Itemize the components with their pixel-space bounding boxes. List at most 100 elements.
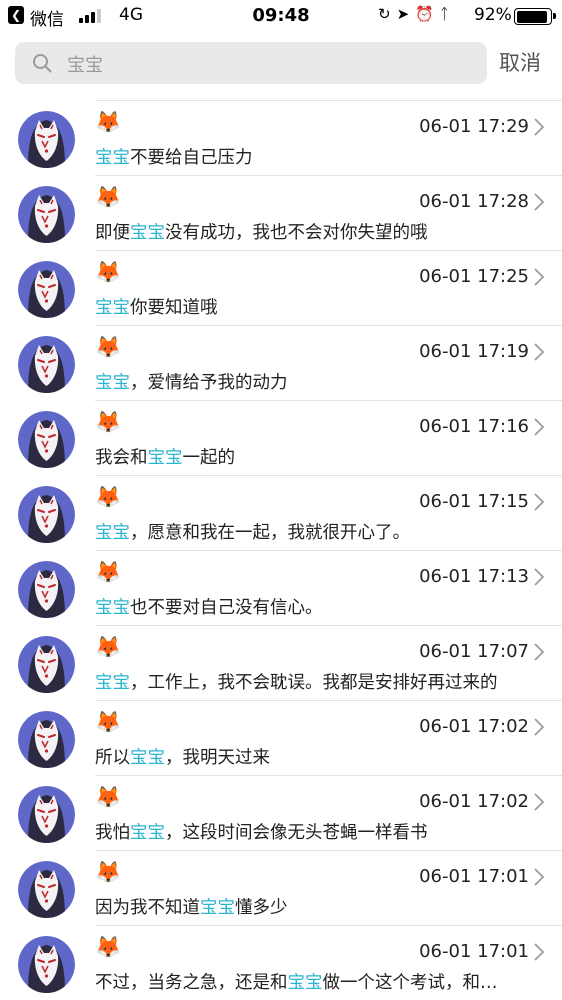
highlighted-keyword: 宝宝 (200, 898, 235, 918)
avatar (18, 261, 75, 318)
message-snippet: 宝宝不要给自己压力 (95, 144, 545, 169)
alarm-icon: ⏰ (415, 5, 440, 23)
message-time: 06-01 17:13 (419, 566, 529, 587)
contact-name: 🦊 (95, 185, 122, 209)
chevron-right-icon (534, 793, 544, 811)
chevron-right-icon (534, 343, 544, 361)
message-time: 06-01 17:02 (419, 791, 529, 812)
message-snippet: 宝宝也不要对自己没有信心。 (95, 594, 545, 619)
snippet-text: 没有成功，我也不会对你失望的哦 (165, 223, 428, 243)
avatar (18, 561, 75, 618)
chat-result-row[interactable]: 🦊 06-01 17:29 宝宝不要给自己压力 (0, 100, 562, 175)
chat-result-row[interactable]: 🦊 06-01 17:25 宝宝你要知道哦 (0, 250, 562, 325)
message-time: 06-01 17:15 (419, 491, 529, 512)
snippet-text: 你要知道哦 (130, 298, 218, 318)
contact-name: 🦊 (95, 785, 122, 809)
contact-name: 🦊 (95, 260, 122, 284)
chat-result-row[interactable]: 🦊 06-01 17:16 我会和宝宝一起的 (0, 400, 562, 475)
highlighted-keyword: 宝宝 (147, 448, 183, 468)
message-time: 06-01 17:28 (419, 191, 529, 212)
contact-name: 🦊 (95, 935, 122, 959)
snippet-text: ，这段时间会像无头苍蝇一样看书 (165, 823, 428, 843)
chat-result-row[interactable]: 🦊 06-01 17:28 即便宝宝没有成功，我也不会对你失望的哦 (0, 175, 562, 250)
avatar (18, 411, 75, 468)
message-snippet: 所以宝宝，我明天过来 (95, 744, 545, 769)
contact-name: 🦊 (95, 110, 122, 134)
chevron-right-icon (534, 568, 544, 586)
highlighted-keyword: 宝宝 (130, 748, 165, 768)
chevron-right-icon (534, 943, 544, 961)
snippet-text: ，工作上，我不会耽误。我都是安排好再过来的 (130, 673, 498, 693)
avatar (18, 336, 75, 393)
contact-name: 🦊 (95, 335, 122, 359)
battery-percent: 92% (474, 5, 512, 25)
message-time: 06-01 17:19 (419, 341, 529, 362)
chat-result-row[interactable]: 🦊 06-01 17:01 不过，当务之急，还是和宝宝做一个这个考试，和… (0, 925, 562, 1000)
chat-result-row[interactable]: 🦊 06-01 17:19 宝宝，爱情给予我的动力 (0, 325, 562, 400)
chat-result-row[interactable]: 🦊 06-01 17:01 因为我不知道宝宝懂多少 (0, 850, 562, 925)
snippet-text: ，爱情给予我的动力 (130, 373, 288, 393)
chevron-right-icon (534, 718, 544, 736)
bluetooth-icon: ᛏ (439, 5, 455, 23)
chevron-right-icon (534, 118, 544, 136)
message-snippet: 宝宝，工作上，我不会耽误。我都是安排好再过来的 (95, 669, 545, 694)
highlighted-keyword: 宝宝 (95, 373, 130, 393)
chat-result-row[interactable]: 🦊 06-01 17:02 所以宝宝，我明天过来 (0, 700, 562, 775)
message-snippet: 不过，当务之急，还是和宝宝做一个这个考试，和… (95, 969, 545, 994)
search-query[interactable]: 宝宝 (67, 51, 103, 77)
message-snippet: 宝宝，爱情给予我的动力 (95, 369, 545, 394)
snippet-text: 所以 (95, 748, 130, 768)
highlighted-keyword: 宝宝 (95, 148, 130, 168)
highlighted-keyword: 宝宝 (130, 823, 165, 843)
chat-result-row[interactable]: 🦊 06-01 17:07 宝宝，工作上，我不会耽误。我都是安排好再过来的 (0, 625, 562, 700)
screen-rotation-lock-icon: ↻ (378, 5, 397, 23)
snippet-text: ，愿意和我在一起，我就很开心了。 (130, 523, 410, 543)
avatar (18, 936, 75, 993)
avatar (18, 711, 75, 768)
message-time: 06-01 17:07 (419, 641, 529, 662)
message-time: 06-01 17:01 (419, 941, 529, 962)
chat-result-row[interactable]: 🦊 06-01 17:13 宝宝也不要对自己没有信心。 (0, 550, 562, 625)
highlighted-keyword: 宝宝 (287, 973, 323, 993)
message-time: 06-01 17:16 (419, 416, 529, 437)
battery-icon (514, 8, 556, 25)
contact-name: 🦊 (95, 410, 122, 434)
highlighted-keyword: 宝宝 (95, 523, 130, 543)
avatar (18, 861, 75, 918)
snippet-text: 因为我不知道 (95, 898, 200, 918)
chevron-right-icon (534, 418, 544, 436)
highlighted-keyword: 宝宝 (95, 598, 130, 618)
avatar (18, 636, 75, 693)
contact-name: 🦊 (95, 485, 122, 509)
search-icon (33, 54, 52, 73)
cancel-button[interactable]: 取消 (499, 47, 541, 77)
message-snippet: 因为我不知道宝宝懂多少 (95, 894, 545, 919)
message-snippet: 我会和宝宝一起的 (95, 444, 545, 469)
contact-name: 🦊 (95, 710, 122, 734)
search-input[interactable]: 宝宝 (15, 42, 487, 84)
contact-name: 🦊 (95, 860, 122, 884)
chat-result-row[interactable]: 🦊 06-01 17:15 宝宝，愿意和我在一起，我就很开心了。 (0, 475, 562, 550)
snippet-text: 我怕 (95, 823, 130, 843)
chat-result-row[interactable]: 🦊 06-01 17:02 我怕宝宝，这段时间会像无头苍蝇一样看书 (0, 775, 562, 850)
snippet-text: 不要给自己压力 (130, 148, 253, 168)
snippet-text: 也不要对自己没有信心。 (130, 598, 323, 618)
snippet-text: ，我明天过来 (165, 748, 270, 768)
chevron-right-icon (534, 193, 544, 211)
search-results-list: 🦊 06-01 17:29 宝宝不要给自己压力 🦊 06-01 17:28 即便宝宝没有成… (0, 100, 562, 1000)
message-time: 06-01 17:25 (419, 266, 529, 287)
highlighted-keyword: 宝宝 (95, 298, 130, 318)
message-time: 06-01 17:29 (419, 116, 529, 137)
snippet-text: 一起的 (182, 448, 236, 468)
status-bar: ❮ 微信 4G 09:48 ↻➤⏰ᛏ 92% (0, 0, 562, 32)
chevron-right-icon (534, 268, 544, 286)
avatar (18, 111, 75, 168)
avatar (18, 786, 75, 843)
highlighted-keyword: 宝宝 (95, 673, 130, 693)
avatar (18, 486, 75, 543)
avatar (18, 186, 75, 243)
contact-name: 🦊 (95, 635, 122, 659)
contact-name: 🦊 (95, 560, 122, 584)
snippet-text: 做一个这个考试，和… (322, 973, 498, 993)
snippet-text: 我会和 (95, 448, 148, 468)
